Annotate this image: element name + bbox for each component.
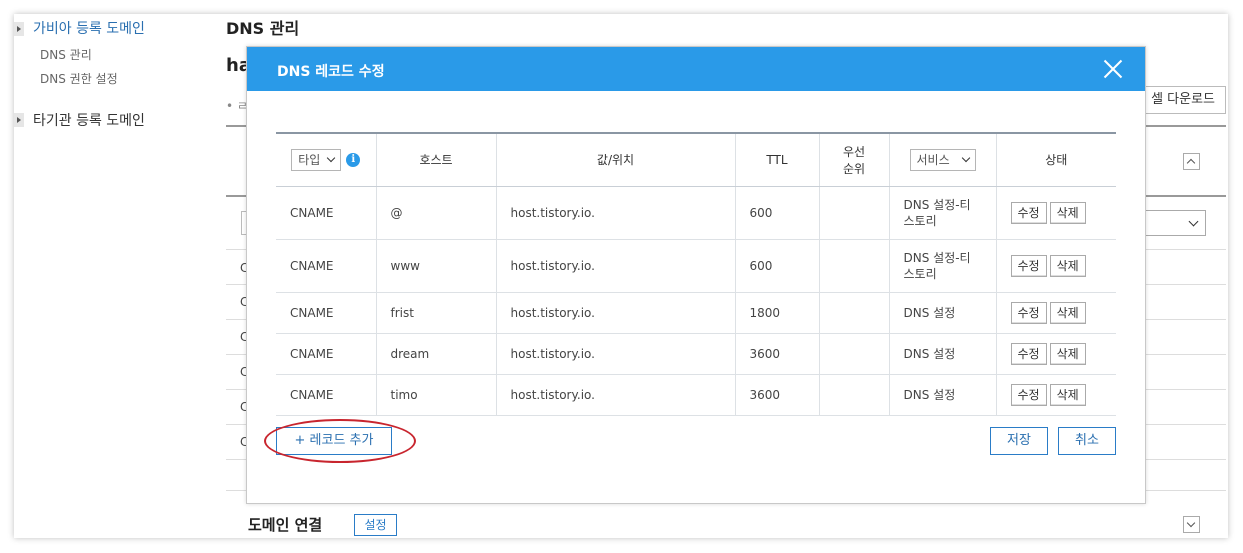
close-icon[interactable] [1103, 59, 1123, 79]
type-cell: CNAME [276, 239, 377, 293]
edit-button[interactable]: 수정 [1010, 383, 1047, 406]
save-button[interactable]: 저장 [990, 427, 1048, 455]
priority-cell [819, 374, 890, 416]
type-cell: CNAME [276, 374, 377, 416]
type-select-label: 타입 [298, 152, 321, 167]
domain-connect-title: 도메인 연결 [248, 516, 323, 534]
type-cell: CNAME [276, 333, 377, 375]
ttl-cell: 3600 [735, 333, 820, 375]
edit-button[interactable]: 수정 [1010, 301, 1047, 324]
ttl-cell: 600 [735, 186, 820, 240]
table-row: CNAME www host.tistory.io. 600 DNS 설정-티 스… [276, 239, 1116, 293]
priority-header-line1: 우선 [842, 144, 866, 159]
cancel-button[interactable]: 취소 [1058, 427, 1116, 455]
ttl-header: TTL [735, 132, 820, 187]
service-line1: DNS 설정-티 [903, 250, 971, 265]
table-row: CNAME dream host.tistory.io. 3600 DNS 설정… [276, 333, 1116, 375]
connect-setting-button[interactable]: 설정 [354, 514, 397, 536]
host-cell: timo [376, 374, 497, 416]
chevron-down-icon[interactable] [1183, 516, 1200, 533]
service-line1: DNS 설정-티 [903, 197, 971, 212]
edit-button[interactable]: 수정 [1010, 254, 1047, 277]
action-cell: 수정 삭제 [996, 186, 1116, 240]
type-cell: CNAME [276, 292, 377, 334]
service-select-label: 서비스 [916, 152, 950, 167]
service-select[interactable]: 서비스 [909, 148, 976, 171]
service-cell: DNS 설정 [889, 374, 997, 416]
ttl-cell: 600 [735, 239, 820, 293]
edit-button[interactable]: 수정 [1010, 342, 1047, 365]
nav-other-domains[interactable]: 타기관 등록 도메인 [33, 110, 145, 130]
service-cell: DNS 설정-티 스토리 [889, 186, 997, 240]
priority-header: 우선 순위 [819, 132, 890, 187]
value-cell: host.tistory.io. [496, 374, 736, 416]
value-cell: host.tistory.io. [496, 186, 736, 240]
service-header: 서비스 [889, 132, 997, 187]
nav-item-dns-manage[interactable]: DNS 관리 [40, 46, 92, 63]
modal-title: DNS 레코드 수정 [277, 64, 385, 80]
delete-button[interactable]: 삭제 [1049, 383, 1086, 406]
type-select[interactable]: 타입 [291, 148, 342, 171]
host-cell: www [376, 239, 497, 293]
table-row: CNAME @ host.tistory.io. 600 DNS 설정-티 스토리… [276, 186, 1116, 240]
chevron-down-icon [327, 153, 336, 162]
ttl-cell: 1800 [735, 292, 820, 334]
priority-cell [819, 292, 890, 334]
chevron-down-icon [961, 153, 970, 162]
info-icon[interactable]: i [346, 152, 361, 167]
bullet-text: • ㄹ [226, 99, 248, 113]
status-header: 상태 [996, 132, 1116, 187]
page-title: DNS 관리 [226, 19, 300, 38]
service-cell: DNS 설정-티 스토리 [889, 239, 997, 293]
nav-arrow-icon [14, 113, 24, 127]
dns-record-table: 타입 i 호스트 값/위치 TTL 우선 순위 서비스 상태 CNAME @ h… [276, 132, 1116, 416]
host-header: 호스트 [376, 132, 497, 187]
value-cell: host.tistory.io. [496, 292, 736, 334]
table-row: CNAME frist host.tistory.io. 1800 DNS 설정… [276, 292, 1116, 334]
delete-button[interactable]: 삭제 [1049, 342, 1086, 365]
delete-button[interactable]: 삭제 [1049, 201, 1086, 224]
action-cell: 수정 삭제 [996, 374, 1116, 416]
priority-cell [819, 239, 890, 293]
priority-header-line2: 순위 [842, 161, 866, 176]
nav-item-dns-permission[interactable]: DNS 권한 설정 [40, 70, 118, 87]
type-header: 타입 i [276, 132, 377, 187]
delete-button[interactable]: 삭제 [1049, 254, 1086, 277]
host-cell: @ [376, 186, 497, 240]
modal-header: DNS 레코드 수정 [247, 47, 1145, 91]
action-cell: 수정 삭제 [996, 239, 1116, 293]
service-cell: DNS 설정 [889, 333, 997, 375]
action-cell: 수정 삭제 [996, 292, 1116, 334]
value-header: 값/위치 [496, 132, 736, 187]
value-cell: host.tistory.io. [496, 239, 736, 293]
edit-button[interactable]: 수정 [1010, 201, 1047, 224]
host-cell: dream [376, 333, 497, 375]
service-cell: DNS 설정 [889, 292, 997, 334]
action-cell: 수정 삭제 [996, 333, 1116, 375]
service-line2: 스토리 [903, 266, 937, 281]
priority-cell [819, 333, 890, 375]
excel-download-button[interactable]: 셀 다운로드 [1140, 86, 1226, 114]
host-cell: frist [376, 292, 497, 334]
nav-gabia-domains[interactable]: 가비아 등록 도메인 [33, 18, 145, 38]
priority-cell [819, 186, 890, 240]
value-cell: host.tistory.io. [496, 333, 736, 375]
delete-button[interactable]: 삭제 [1049, 301, 1086, 324]
type-cell: CNAME [276, 186, 377, 240]
ttl-cell: 3600 [735, 374, 820, 416]
table-header-row: 타입 i 호스트 값/위치 TTL 우선 순위 서비스 상태 [276, 132, 1116, 187]
highlight-ellipse [264, 419, 416, 463]
chevron-up-icon[interactable] [1183, 153, 1200, 170]
nav-arrow-icon [14, 22, 24, 36]
service-line2: 스토리 [903, 213, 937, 228]
table-row: CNAME timo host.tistory.io. 3600 DNS 설정 … [276, 374, 1116, 416]
